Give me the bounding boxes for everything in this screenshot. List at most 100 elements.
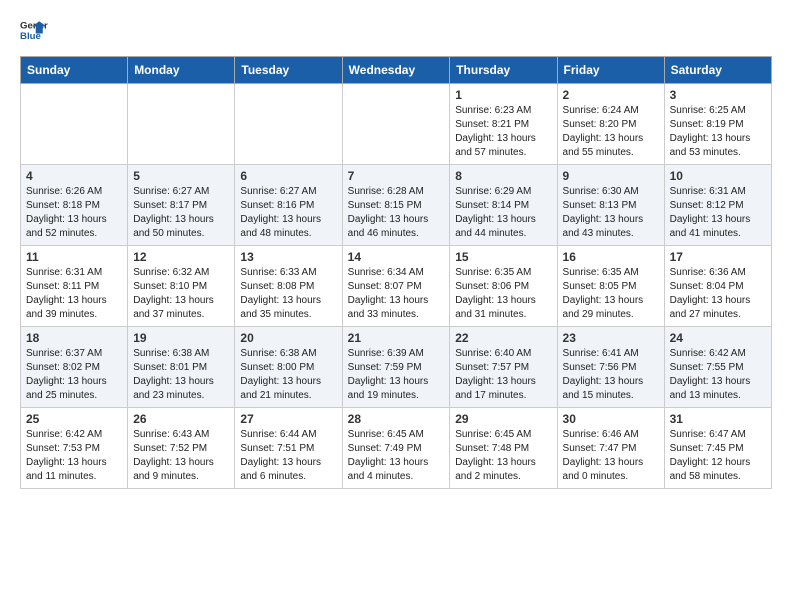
day-number: 3: [670, 88, 766, 102]
calendar-cell: 1Sunrise: 6:23 AM Sunset: 8:21 PM Daylig…: [450, 84, 557, 165]
day-info: Sunrise: 6:33 AM Sunset: 8:08 PM Dayligh…: [240, 266, 336, 322]
calendar-cell: 7 Sunrise: 6:28 AM Sunset: 8:15 PM Daylig…: [342, 165, 450, 246]
calendar-cell: 8Sunrise: 6:29 AM Sunset: 8:14 PM Daylig…: [450, 165, 557, 246]
calendar-cell: 3 Sunrise: 6:25 AM Sunset: 8:19 PM Daylig…: [664, 84, 771, 165]
calendar-cell: 13Sunrise: 6:33 AM Sunset: 8:08 PM Dayli…: [235, 246, 342, 327]
day-number: 18: [26, 331, 122, 345]
calendar-cell: 11 Sunrise: 6:31 AM Sunset: 8:11 PM Dayli…: [21, 246, 128, 327]
day-info: Sunrise: 6:47 AM Sunset: 7:45 PM Dayligh…: [670, 428, 766, 484]
calendar-cell: [21, 84, 128, 165]
day-info: Sunrise: 6:41 AM Sunset: 7:56 PM Dayligh…: [563, 347, 659, 403]
day-info: Sunrise: 6:24 AM Sunset: 8:20 PM Dayligh…: [563, 104, 659, 160]
calendar-cell: 27Sunrise: 6:44 AM Sunset: 7:51 PM Dayli…: [235, 408, 342, 489]
calendar-cell: 19 Sunrise: 6:38 AM Sunset: 8:01 PM Dayli…: [128, 327, 235, 408]
day-info: Sunrise: 6:28 AM Sunset: 8:15 PM Dayligh…: [348, 185, 445, 241]
weekday-header: Sunday: [21, 57, 128, 84]
day-number: 12: [133, 250, 229, 264]
calendar-cell: 20 Sunrise: 6:38 AM Sunset: 8:00 PM Dayli…: [235, 327, 342, 408]
day-info: Sunrise: 6:34 AM Sunset: 8:07 PM Dayligh…: [348, 266, 445, 322]
weekday-header: Saturday: [664, 57, 771, 84]
day-info: Sunrise: 6:31 AM Sunset: 8:11 PM Dayligh…: [26, 266, 122, 322]
calendar-cell: [128, 84, 235, 165]
day-number: 17: [670, 250, 766, 264]
day-number: 4: [26, 169, 122, 183]
day-info: Sunrise: 6:38 AM Sunset: 8:00 PM Dayligh…: [240, 347, 336, 403]
calendar-cell: 14 Sunrise: 6:34 AM Sunset: 8:07 PM Dayli…: [342, 246, 450, 327]
calendar-week-row: 11 Sunrise: 6:31 AM Sunset: 8:11 PM Dayli…: [21, 246, 772, 327]
day-info: Sunrise: 6:40 AM Sunset: 7:57 PM Dayligh…: [455, 347, 551, 403]
day-number: 2: [563, 88, 659, 102]
day-info: Sunrise: 6:29 AM Sunset: 8:14 PM Dayligh…: [455, 185, 551, 241]
calendar-table: SundayMondayTuesdayWednesdayThursdayFrid…: [20, 56, 772, 489]
day-info: Sunrise: 6:36 AM Sunset: 8:04 PM Dayligh…: [670, 266, 766, 322]
day-info: Sunrise: 6:39 AM Sunset: 7:59 PM Dayligh…: [348, 347, 445, 403]
day-info: Sunrise: 6:27 AM Sunset: 8:17 PM Dayligh…: [133, 185, 229, 241]
calendar-cell: 17 Sunrise: 6:36 AM Sunset: 8:04 PM Dayli…: [664, 246, 771, 327]
header-row: SundayMondayTuesdayWednesdayThursdayFrid…: [21, 57, 772, 84]
day-number: 28: [348, 412, 445, 426]
calendar-cell: 5 Sunrise: 6:27 AM Sunset: 8:17 PM Daylig…: [128, 165, 235, 246]
day-info: Sunrise: 6:42 AM Sunset: 7:55 PM Dayligh…: [670, 347, 766, 403]
day-number: 16: [563, 250, 659, 264]
calendar-cell: [235, 84, 342, 165]
weekday-header: Wednesday: [342, 57, 450, 84]
day-number: 31: [670, 412, 766, 426]
day-number: 6: [240, 169, 336, 183]
calendar-cell: 16Sunrise: 6:35 AM Sunset: 8:05 PM Dayli…: [557, 246, 664, 327]
day-number: 10: [670, 169, 766, 183]
day-number: 19: [133, 331, 229, 345]
logo: General Blue: [20, 16, 48, 44]
calendar-cell: 25 Sunrise: 6:42 AM Sunset: 7:53 PM Dayli…: [21, 408, 128, 489]
day-info: Sunrise: 6:46 AM Sunset: 7:47 PM Dayligh…: [563, 428, 659, 484]
calendar-cell: 21 Sunrise: 6:39 AM Sunset: 7:59 PM Dayli…: [342, 327, 450, 408]
day-number: 29: [455, 412, 551, 426]
day-number: 22: [455, 331, 551, 345]
calendar-week-row: 4Sunrise: 6:26 AM Sunset: 8:18 PM Daylig…: [21, 165, 772, 246]
day-number: 5: [133, 169, 229, 183]
day-number: 25: [26, 412, 122, 426]
day-info: Sunrise: 6:38 AM Sunset: 8:01 PM Dayligh…: [133, 347, 229, 403]
calendar-week-row: 18Sunrise: 6:37 AM Sunset: 8:02 PM Dayli…: [21, 327, 772, 408]
calendar-cell: 24Sunrise: 6:42 AM Sunset: 7:55 PM Dayli…: [664, 327, 771, 408]
day-info: Sunrise: 6:43 AM Sunset: 7:52 PM Dayligh…: [133, 428, 229, 484]
calendar-cell: 23 Sunrise: 6:41 AM Sunset: 7:56 PM Dayli…: [557, 327, 664, 408]
calendar-cell: 9 Sunrise: 6:30 AM Sunset: 8:13 PM Daylig…: [557, 165, 664, 246]
calendar-cell: 28 Sunrise: 6:45 AM Sunset: 7:49 PM Dayli…: [342, 408, 450, 489]
logo-icon: General Blue: [20, 16, 48, 44]
day-number: 7: [348, 169, 445, 183]
day-info: Sunrise: 6:30 AM Sunset: 8:13 PM Dayligh…: [563, 185, 659, 241]
calendar-cell: 15 Sunrise: 6:35 AM Sunset: 8:06 PM Dayli…: [450, 246, 557, 327]
header: General Blue: [20, 16, 772, 44]
day-info: Sunrise: 6:31 AM Sunset: 8:12 PM Dayligh…: [670, 185, 766, 241]
calendar-cell: 31 Sunrise: 6:47 AM Sunset: 7:45 PM Dayli…: [664, 408, 771, 489]
day-number: 21: [348, 331, 445, 345]
calendar-cell: [342, 84, 450, 165]
day-number: 11: [26, 250, 122, 264]
weekday-header: Tuesday: [235, 57, 342, 84]
calendar-cell: 2 Sunrise: 6:24 AM Sunset: 8:20 PM Daylig…: [557, 84, 664, 165]
day-info: Sunrise: 6:32 AM Sunset: 8:10 PM Dayligh…: [133, 266, 229, 322]
day-info: Sunrise: 6:35 AM Sunset: 8:06 PM Dayligh…: [455, 266, 551, 322]
calendar-cell: 22 Sunrise: 6:40 AM Sunset: 7:57 PM Dayli…: [450, 327, 557, 408]
calendar-cell: 12 Sunrise: 6:32 AM Sunset: 8:10 PM Dayli…: [128, 246, 235, 327]
calendar-cell: 18Sunrise: 6:37 AM Sunset: 8:02 PM Dayli…: [21, 327, 128, 408]
day-number: 23: [563, 331, 659, 345]
weekday-header: Thursday: [450, 57, 557, 84]
day-number: 20: [240, 331, 336, 345]
day-info: Sunrise: 6:25 AM Sunset: 8:19 PM Dayligh…: [670, 104, 766, 160]
calendar-cell: 6 Sunrise: 6:27 AM Sunset: 8:16 PM Daylig…: [235, 165, 342, 246]
calendar-cell: 26 Sunrise: 6:43 AM Sunset: 7:52 PM Dayli…: [128, 408, 235, 489]
day-number: 9: [563, 169, 659, 183]
day-info: Sunrise: 6:44 AM Sunset: 7:51 PM Dayligh…: [240, 428, 336, 484]
day-info: Sunrise: 6:45 AM Sunset: 7:48 PM Dayligh…: [455, 428, 551, 484]
day-info: Sunrise: 6:45 AM Sunset: 7:49 PM Dayligh…: [348, 428, 445, 484]
calendar-cell: 10 Sunrise: 6:31 AM Sunset: 8:12 PM Dayli…: [664, 165, 771, 246]
weekday-header: Friday: [557, 57, 664, 84]
day-info: Sunrise: 6:27 AM Sunset: 8:16 PM Dayligh…: [240, 185, 336, 241]
day-number: 30: [563, 412, 659, 426]
day-number: 15: [455, 250, 551, 264]
calendar-week-row: 25 Sunrise: 6:42 AM Sunset: 7:53 PM Dayli…: [21, 408, 772, 489]
day-number: 14: [348, 250, 445, 264]
day-info: Sunrise: 6:42 AM Sunset: 7:53 PM Dayligh…: [26, 428, 122, 484]
day-number: 26: [133, 412, 229, 426]
